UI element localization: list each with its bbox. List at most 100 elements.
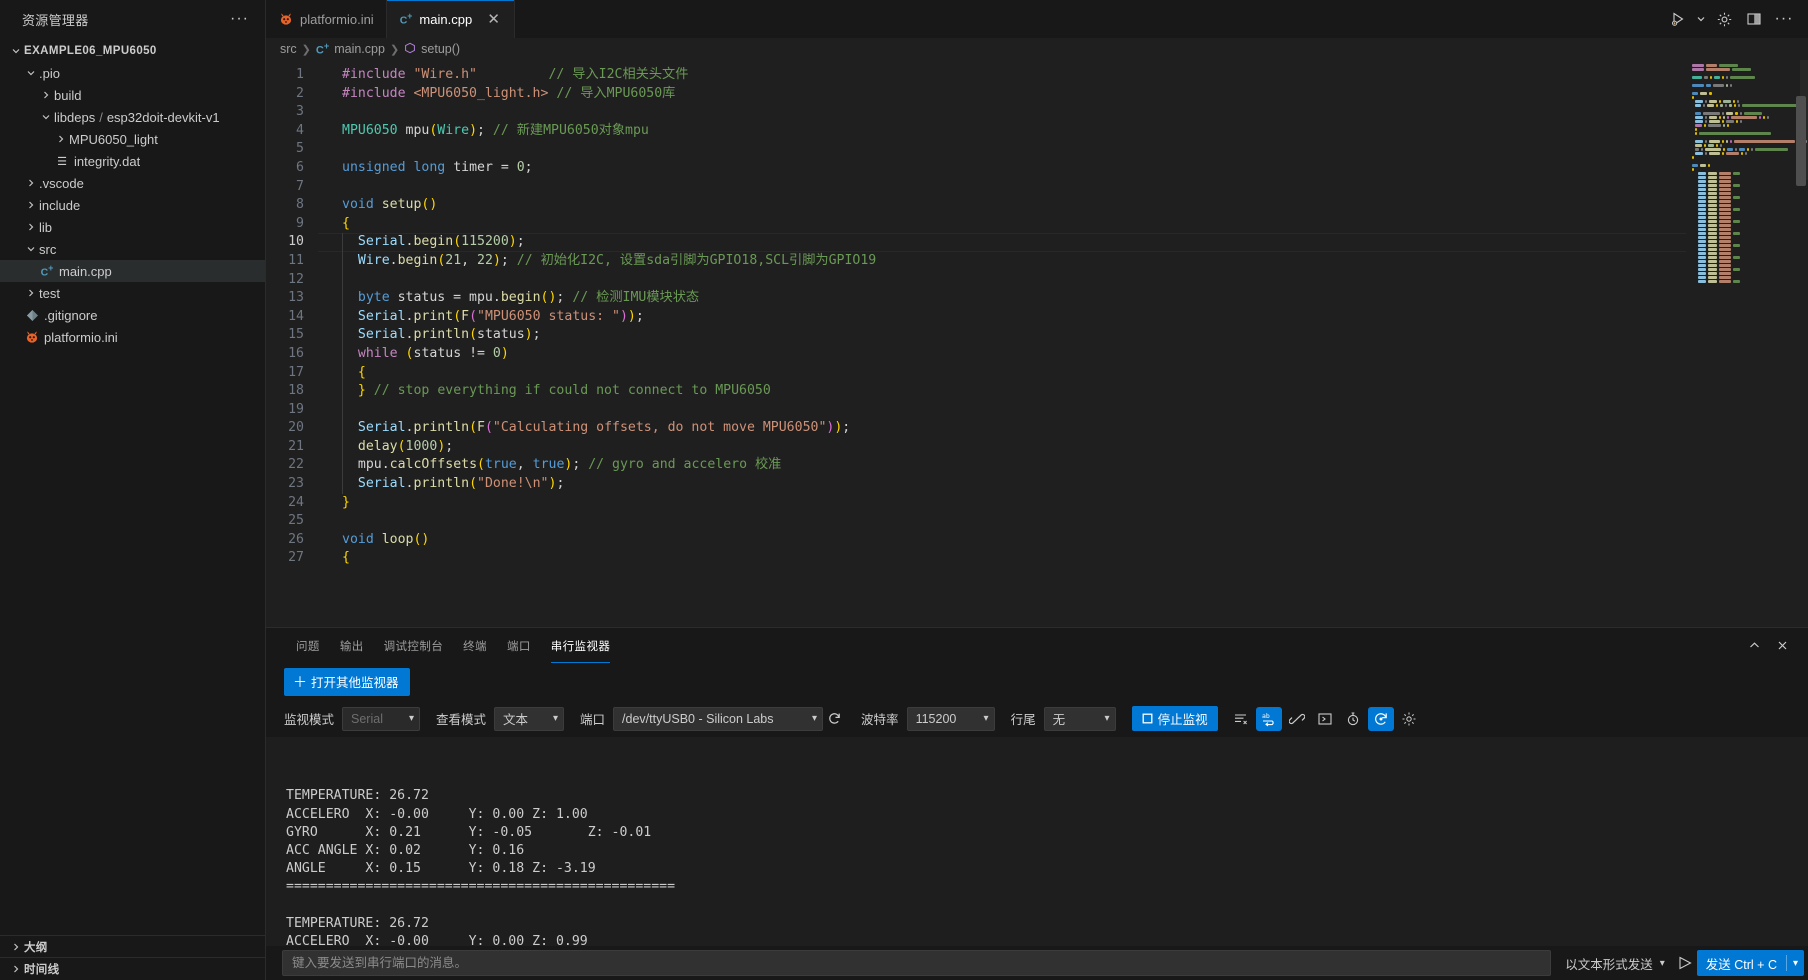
minimap-line [1690,196,1808,199]
code-line: { [357,364,366,380]
panel-tab-0[interactable]: 问题 [286,628,330,663]
line-number: 16 [288,345,304,361]
panel-tab-5[interactable]: 串行监视器 [541,628,621,663]
tree-item-build[interactable]: build [0,84,265,106]
tree-item-platformio-ini[interactable]: platformio.ini [0,326,265,348]
code-scroll-area[interactable]: 1 2 3 4 5 6 7 8 9 10 11 12 13 14 15 16 17 18 19 20 21 22 23 24 2… [266,60,1686,627]
code-line: Serial.println("Done!\n"); [357,476,565,492]
tree-item-label: integrity.dat [74,153,141,169]
toggle-wordwrap-icon[interactable]: ab [1255,706,1282,731]
tree-item-test[interactable]: test [0,282,265,304]
send-button[interactable]: 发送 Ctrl + C ▾ [1696,950,1804,976]
line-number: 25 [288,513,304,529]
terminal-icon[interactable] [1312,707,1338,731]
tree-item-pio[interactable]: .pio [0,62,265,84]
editor-scrollbar-thumb[interactable] [1796,96,1806,186]
tree-item-vscode[interactable]: .vscode [0,172,265,194]
serial-output[interactable]: TEMPERATURE: 26.72 ACCELERO X: -0.00 Y: 0… [266,737,1808,946]
sidebar-section-outline[interactable]: 大纲 [0,936,265,958]
tree-root-EXAMPLE06_MPU6050[interactable]: EXAMPLE06_MPU6050 [0,40,265,62]
minimap-line [1690,144,1808,147]
tree-item-include[interactable]: include [0,194,265,216]
code-line: } [342,494,350,510]
refresh-ports-icon[interactable] [823,707,845,731]
minimap-line [1690,216,1808,219]
tree-item-label: build [54,87,82,103]
lineend-select[interactable]: 无 ▾ [1043,706,1116,731]
timestamp-icon[interactable] [1340,707,1366,731]
gear-icon[interactable] [1710,5,1738,33]
minimap-line [1690,228,1808,231]
baud-select[interactable]: 115200 ▾ [906,706,995,731]
close-tab-icon[interactable]: ✕ [485,12,502,27]
auto-reconnect-icon[interactable] [1367,706,1394,731]
minimap-line [1690,72,1808,75]
toggle-linkify-icon[interactable] [1284,707,1310,731]
line-number: 13 [288,290,304,306]
code-line: delay(1000); [357,438,454,454]
serial-message-input[interactable] [282,950,1552,976]
collapse-panel-icon[interactable] [1742,634,1766,658]
tree-item-libdeps[interactable]: libdeps / esp32doit-devkit-v1 [0,106,265,128]
sidebar-bottom-sections: 大纲 时间线 [0,935,265,980]
line-number: 17 [288,364,304,380]
settings-gear-icon[interactable] [1396,707,1422,731]
send-mode-select[interactable]: 以文本形式发送 ▾ [1551,954,1673,973]
tree-item-integrity-dat[interactable]: ☰ integrity.dat [0,150,265,172]
split-editor-icon[interactable] [1740,5,1768,33]
code-line: #include <MPU6050_light.h> // 导入MPU6050库 [342,85,676,101]
code-line: Serial.begin(115200); [318,233,1686,252]
panel-tab-1[interactable]: 输出 [330,628,374,663]
more-actions-icon[interactable]: ··· [1770,5,1798,33]
workbench-body: 资源管理器 ··· EXAMPLE06_MPU6050 .pio build lib… [0,0,1808,980]
view-mode-select[interactable]: 文本 ▾ [494,706,565,731]
chevron-down-icon[interactable]: ▾ [1787,950,1804,976]
tree-item-src[interactable]: src [0,238,265,260]
editor-tab-platformio-ini[interactable]: platformio.ini [266,0,387,38]
tree-item-main-cpp[interactable]: C+ main.cpp [0,260,265,282]
panel-tab-4[interactable]: 端口 [497,628,541,663]
code-line: while (status != 0) [357,345,509,361]
panel-tab-2[interactable]: 调试控制台 [374,628,454,663]
sidebar-section-timeline[interactable]: 时间线 [0,958,265,980]
tree-item-mpu6050-light[interactable]: MPU6050_light [0,128,265,150]
breadcrumb-item-main-cpp[interactable]: C+ main.cpp [316,41,385,57]
panel-tab-3[interactable]: 终端 [453,628,497,663]
breadcrumb-item-src[interactable]: src [280,42,297,56]
minimap[interactable] [1686,60,1808,627]
chevron-down-icon: ▾ [1104,713,1110,724]
tree-item-label: test [39,285,60,301]
close-panel-icon[interactable] [1770,634,1794,658]
line-number: 2 [296,85,304,101]
port-select[interactable]: /dev/ttyUSB0 - Silicon Labs ▾ [613,706,824,731]
tree-item-gitignore[interactable]: .gitignore [0,304,265,326]
stop-monitor-button[interactable]: 停止监视 [1131,706,1218,731]
serial-output-line: ACCELERO X: -0.00 Y: 0.00 Z: 0.99 [286,934,588,946]
chevron-right-icon [23,200,39,210]
monitor-mode-select[interactable]: Serial ▾ [342,706,421,731]
editor-scrollbar[interactable] [1794,60,1808,627]
chevron-down-icon: ▾ [1659,957,1665,969]
editor-tab-label: main.cpp [419,11,473,27]
minimap-line [1690,240,1808,243]
tree-item-label: src [39,241,57,257]
run-play-icon[interactable] [1664,5,1692,33]
chevron-right-icon [53,134,69,144]
editor-tab-main-cpp[interactable]: C+ main.cpp ✕ [386,0,516,38]
file-dat-icon: ☰ [57,155,67,168]
tree-item-lib[interactable]: lib [0,216,265,238]
chevron-down-icon[interactable] [1694,5,1708,33]
code-content[interactable]: #include "Wire.h" // 导入I2C相关头文件 #include … [318,60,1686,627]
breadcrumb-item-setup[interactable]: setup() [404,42,460,56]
panel-tabs: 问题 输出 调试控制台 终端 端口 串行监视器 [266,628,1808,663]
minimap-line [1690,116,1808,119]
send-arrow-icon[interactable] [1673,951,1697,975]
tree-item-label: .pio [39,65,60,81]
line-number: 11 [288,252,304,268]
tree-item-label: MPU6050_light [69,131,158,147]
open-other-monitor-button[interactable]: ＋ 打开其他监视器 [284,668,410,696]
clear-output-icon[interactable] [1228,707,1254,731]
explorer-more-icon[interactable]: ··· [224,10,255,28]
tree-item-label: platformio.ini [44,329,118,345]
